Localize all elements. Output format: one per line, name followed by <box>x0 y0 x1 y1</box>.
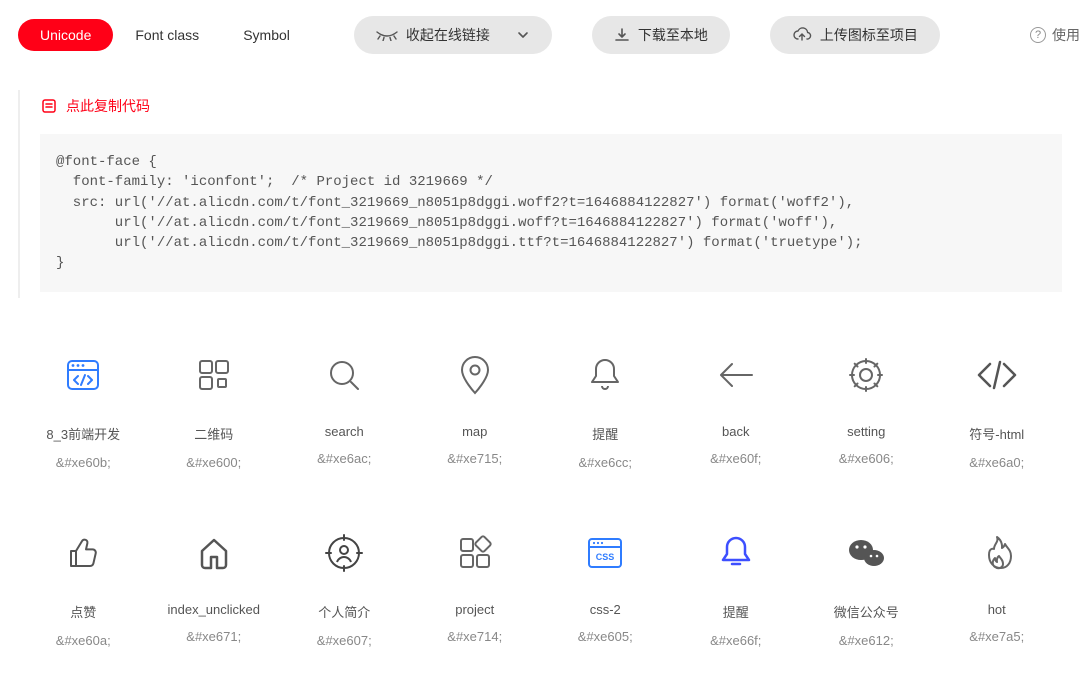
icon-wechat-official[interactable]: 微信公众号 &#xe612; <box>801 530 932 648</box>
icon-code: &#xe605; <box>578 629 633 644</box>
toolbar: Unicode Font class Symbol 收起在线链接 下载至本地 上… <box>0 0 1080 70</box>
download-label: 下载至本地 <box>638 25 708 45</box>
eyelash-icon <box>376 29 398 41</box>
icon-code: &#xe6a0; <box>969 455 1024 470</box>
icon-label: 点赞 <box>70 602 96 621</box>
icon-hot[interactable]: hot &#xe7a5; <box>932 530 1063 648</box>
icon-setting[interactable]: setting &#xe606; <box>801 352 932 470</box>
copy-icon <box>40 97 58 115</box>
icon-bell-alert[interactable]: 提醒 &#xe6cc; <box>540 352 671 470</box>
tab-fontclass[interactable]: Font class <box>113 19 221 51</box>
tab-group: Unicode Font class Symbol <box>18 19 312 51</box>
icon-code: &#xe66f; <box>710 633 761 648</box>
collapse-link-button[interactable]: 收起在线链接 <box>354 16 552 54</box>
icon-code: &#xe715; <box>447 451 502 466</box>
map-pin-icon <box>459 352 491 398</box>
icon-label: 个人简介 <box>318 602 370 621</box>
gear-icon <box>847 352 885 398</box>
icon-html-symbol[interactable]: 符号-html &#xe6a0; <box>932 352 1063 470</box>
icon-label: 提醒 <box>723 602 749 621</box>
icon-label: project <box>455 602 494 617</box>
icon-label: 微信公众号 <box>834 602 899 621</box>
icon-frontend-dev[interactable]: 8_3前端开发 &#xe60b; <box>18 352 149 470</box>
icon-label: search <box>325 424 364 439</box>
download-button[interactable]: 下载至本地 <box>592 16 730 54</box>
css-window-icon: CSS <box>585 530 625 576</box>
arrow-left-icon <box>717 352 755 398</box>
tab-unicode[interactable]: Unicode <box>18 19 113 51</box>
copy-code-label: 点此复制代码 <box>66 96 150 116</box>
icon-label: back <box>722 424 749 439</box>
code-panel: 点此复制代码 @font-face { font-family: 'iconfo… <box>18 90 1062 298</box>
icon-qrcode[interactable]: 二维码 &#xe600; <box>149 352 280 470</box>
icon-grid: 8_3前端开发 &#xe60b; 二维码 &#xe600; search &#x… <box>0 352 1080 648</box>
code-brackets-icon <box>976 352 1018 398</box>
icon-code: &#xe671; <box>186 629 241 644</box>
home-icon <box>196 530 232 576</box>
svg-text:CSS: CSS <box>596 552 615 562</box>
icon-code: &#xe60b; <box>56 455 111 470</box>
icon-code: &#xe606; <box>839 451 894 466</box>
icon-code: &#xe60f; <box>710 451 761 466</box>
help-link[interactable]: ? 使用 <box>1030 25 1080 45</box>
thumbs-up-icon <box>65 530 101 576</box>
collapse-link-label: 收起在线链接 <box>406 25 490 45</box>
icon-label: setting <box>847 424 885 439</box>
icon-back[interactable]: back &#xe60f; <box>671 352 802 470</box>
icon-label: map <box>462 424 487 439</box>
icon-bell-blue[interactable]: 提醒 &#xe66f; <box>671 530 802 648</box>
icon-label: 提醒 <box>592 424 618 443</box>
target-user-icon <box>325 530 363 576</box>
tab-symbol[interactable]: Symbol <box>221 19 312 51</box>
icon-like[interactable]: 点赞 &#xe60a; <box>18 530 149 648</box>
upload-button[interactable]: 上传图标至项目 <box>770 16 940 54</box>
bell-blue-icon <box>719 530 753 576</box>
chevron-down-icon <box>516 28 530 42</box>
icon-css2[interactable]: CSS css-2 &#xe605; <box>540 530 671 648</box>
icon-code: &#xe6ac; <box>317 451 371 466</box>
icon-label: hot <box>988 602 1006 617</box>
icon-label: index_unclicked <box>167 602 260 617</box>
icon-code: &#xe714; <box>447 629 502 644</box>
project-grid-icon <box>457 530 493 576</box>
upload-label: 上传图标至项目 <box>820 25 918 45</box>
help-label: 使用 <box>1052 25 1080 45</box>
icon-code: &#xe612; <box>839 633 894 648</box>
icon-label: 符号-html <box>969 424 1024 443</box>
icon-label: 8_3前端开发 <box>46 424 120 443</box>
copy-code-button[interactable]: 点此复制代码 <box>40 96 1062 116</box>
bell-icon <box>588 352 622 398</box>
question-icon: ? <box>1030 27 1046 43</box>
code-block[interactable]: @font-face { font-family: 'iconfont'; /*… <box>40 134 1062 292</box>
icon-code: &#xe7a5; <box>969 629 1024 644</box>
icon-profile[interactable]: 个人简介 &#xe607; <box>279 530 410 648</box>
search-icon <box>325 352 363 398</box>
cloud-upload-icon <box>792 27 812 43</box>
icon-map[interactable]: map &#xe715; <box>410 352 541 470</box>
download-icon <box>614 27 630 43</box>
qrcode-icon <box>196 352 232 398</box>
icon-label: 二维码 <box>194 424 233 443</box>
wechat-icon <box>846 530 886 576</box>
frontend-dev-icon <box>63 352 103 398</box>
icon-project[interactable]: project &#xe714; <box>410 530 541 648</box>
icon-code: &#xe600; <box>186 455 241 470</box>
icon-index-unclicked[interactable]: index_unclicked &#xe671; <box>149 530 280 648</box>
icon-search[interactable]: search &#xe6ac; <box>279 352 410 470</box>
icon-code: &#xe607; <box>317 633 372 648</box>
icon-code: &#xe60a; <box>56 633 111 648</box>
icon-code: &#xe6cc; <box>579 455 632 470</box>
fire-icon <box>981 530 1013 576</box>
icon-label: css-2 <box>590 602 621 617</box>
